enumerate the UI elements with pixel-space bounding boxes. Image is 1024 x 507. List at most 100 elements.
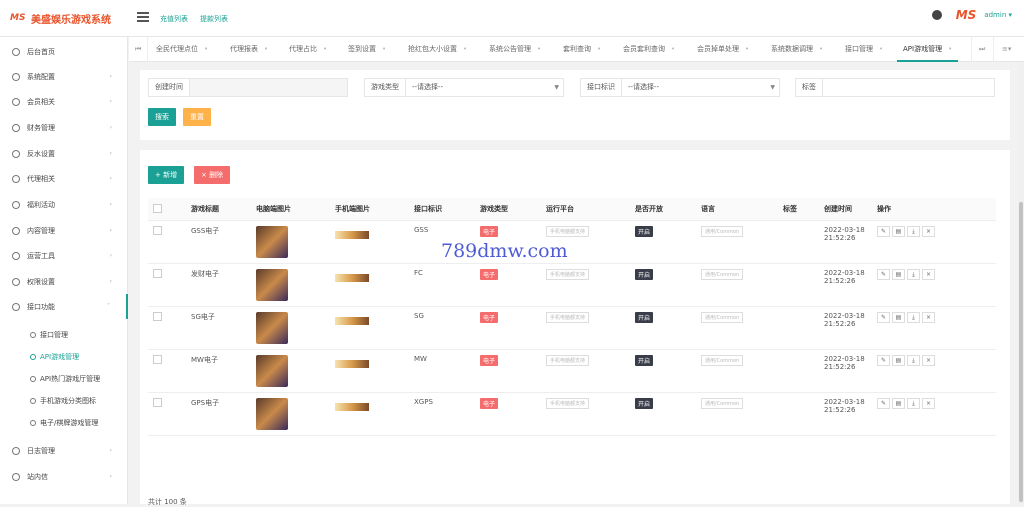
download-icon[interactable]: ⤓ [907,311,920,323]
game-type-select[interactable]: --请选择-- [405,79,563,96]
sidebar-sub-slot-games[interactable]: 电子/棋牌游戏管理 [0,412,128,434]
view-icon[interactable]: ▤ [892,354,905,366]
tab-item[interactable]: 抢红包大小设置 • [408,37,467,62]
tab-item[interactable]: 系统数据调理 • [771,37,823,62]
close-icon[interactable]: • [948,45,952,53]
close-icon[interactable]: • [382,45,386,53]
sidebar-item-operations[interactable]: 运营工具 › [0,243,128,268]
download-icon[interactable]: ⤓ [907,268,920,280]
col-title: 游戏标题 [186,198,251,221]
tab-item-active[interactable]: API游戏管理 • [897,37,959,62]
sidebar-item-content[interactable]: 内容管理 › [0,218,128,243]
tab-item[interactable]: 签到设置 • [348,37,386,62]
tag-input[interactable] [823,79,994,96]
close-icon[interactable]: • [879,45,883,53]
sidebar-sub-api-games[interactable]: API游戏管理 [0,346,128,368]
sidebar-item-home[interactable]: 后台首页 [0,39,128,64]
tab-scroll-left-icon[interactable]: ⏮ [135,37,141,62]
sidebar-item-finance[interactable]: 财务管理 › [0,115,128,140]
close-icon[interactable]: × [922,268,935,280]
add-button[interactable]: + 新增 [148,166,185,184]
recharge-list-link[interactable]: 充值列表 [160,14,188,24]
view-icon[interactable]: ▤ [892,225,905,237]
close-icon[interactable]: • [671,45,675,53]
close-icon[interactable]: × [922,397,935,409]
close-icon[interactable]: • [463,45,467,53]
edit-icon[interactable]: ✎ [877,311,890,323]
vertical-scrollbar[interactable] [1018,62,1024,504]
dot-icon [30,332,36,338]
tab-item[interactable]: 接口管理 • [845,37,883,62]
select-all-checkbox[interactable] [153,204,162,214]
tag-field[interactable]: 标签 [795,78,995,97]
view-icon[interactable]: ▤ [892,268,905,280]
sidebar-item-logs[interactable]: 日志管理 › [0,438,128,463]
sidebar-item-promotions[interactable]: 福利活动 › [0,192,128,217]
user-menu[interactable]: admin ▾ [984,11,1012,19]
tab-item[interactable]: 全民代理点位 • [156,37,208,62]
interface-select[interactable]: --请选择-- [621,79,779,96]
download-icon[interactable]: ⤓ [907,225,920,237]
app-logo[interactable]: MS 美盛娱乐游戏系统 [10,10,111,26]
edit-icon[interactable]: ✎ [877,268,890,280]
interface-code: MW [409,349,475,393]
menu-toggle-icon[interactable] [137,12,149,22]
sidebar-sub-hot-halls[interactable]: API热门游戏厅管理 [0,368,128,390]
sidebar-item-label: 系统配置 [27,72,55,81]
withdraw-list-link[interactable]: 提款列表 [200,14,228,24]
close-icon[interactable]: • [323,45,327,53]
created-time-field[interactable]: 创建时间 [148,78,348,97]
scroll-thumb[interactable] [1019,202,1023,502]
row-checkbox[interactable] [153,354,162,364]
reset-button[interactable]: 重置 [183,108,211,126]
close-icon[interactable]: × [922,354,935,366]
created-time-input[interactable] [190,79,347,96]
tab-item[interactable]: 系统公告管理 • [489,37,541,62]
download-icon[interactable]: ⤓ [907,397,920,409]
row-checkbox[interactable] [153,225,162,235]
tab-item[interactable]: 会员掉单处理 • [697,37,749,62]
view-icon[interactable]: ▤ [892,311,905,323]
tab-item[interactable]: 代理占比 • [289,37,327,62]
close-icon[interactable]: • [537,45,541,53]
close-icon[interactable]: × [922,225,935,237]
download-icon[interactable]: ⤓ [907,354,920,366]
close-icon[interactable]: • [819,45,823,53]
game-type-badge: 电子 [480,354,499,366]
tab-label: 系统数据调理 [771,45,813,53]
sidebar-item-interfaces[interactable]: 接口功能 ˅ [0,294,128,319]
close-icon[interactable]: • [264,45,268,53]
tab-menu-icon[interactable]: ≡▾ [1002,37,1011,62]
sidebar-item-messages[interactable]: 站内信 › [0,464,128,489]
close-icon[interactable]: • [745,45,749,53]
row-checkbox[interactable] [153,268,162,278]
game-type-field[interactable]: 游戏类型 --请选择-- ▼ [364,78,564,97]
tab-item[interactable]: 套利查询 • [563,37,601,62]
theme-icon[interactable] [931,10,942,20]
sidebar-item-members[interactable]: 会员相关 › [0,89,128,114]
interface-field[interactable]: 接口标识 --请选择-- ▼ [580,78,780,97]
tab-item[interactable]: 代理报表 • [230,37,268,62]
created-date: 2022-03-18 [824,225,865,234]
sidebar-item-agents[interactable]: 代理相关 › [0,166,128,191]
close-icon[interactable]: × [922,311,935,323]
sidebar-item-permissions[interactable]: 权限设置 › [0,269,128,294]
delete-button[interactable]: × 删除 [194,166,231,184]
tab-item[interactable]: 会员套利查询 • [623,37,675,62]
dot-icon [30,354,36,360]
row-checkbox[interactable] [153,311,162,321]
sidebar-sub-interface-manage[interactable]: 接口管理 [0,324,128,346]
edit-icon[interactable]: ✎ [877,225,890,237]
view-icon[interactable]: ▤ [892,397,905,409]
search-button[interactable]: 搜索 [148,108,176,126]
sidebar-item-system[interactable]: 系统配置 › [0,64,128,89]
sidebar-item-rebate[interactable]: 反水设置 › [0,141,128,166]
edit-icon[interactable]: ✎ [877,397,890,409]
sidebar-item-label: 权限设置 [27,277,55,286]
close-icon[interactable]: • [204,45,208,53]
close-icon[interactable]: • [597,45,601,53]
sidebar-sub-mobile-icons[interactable]: 手机游戏分类图标 [0,390,128,412]
edit-icon[interactable]: ✎ [877,354,890,366]
tab-scroll-right-icon[interactable]: ⏭ [979,37,985,62]
row-checkbox[interactable] [153,397,162,407]
